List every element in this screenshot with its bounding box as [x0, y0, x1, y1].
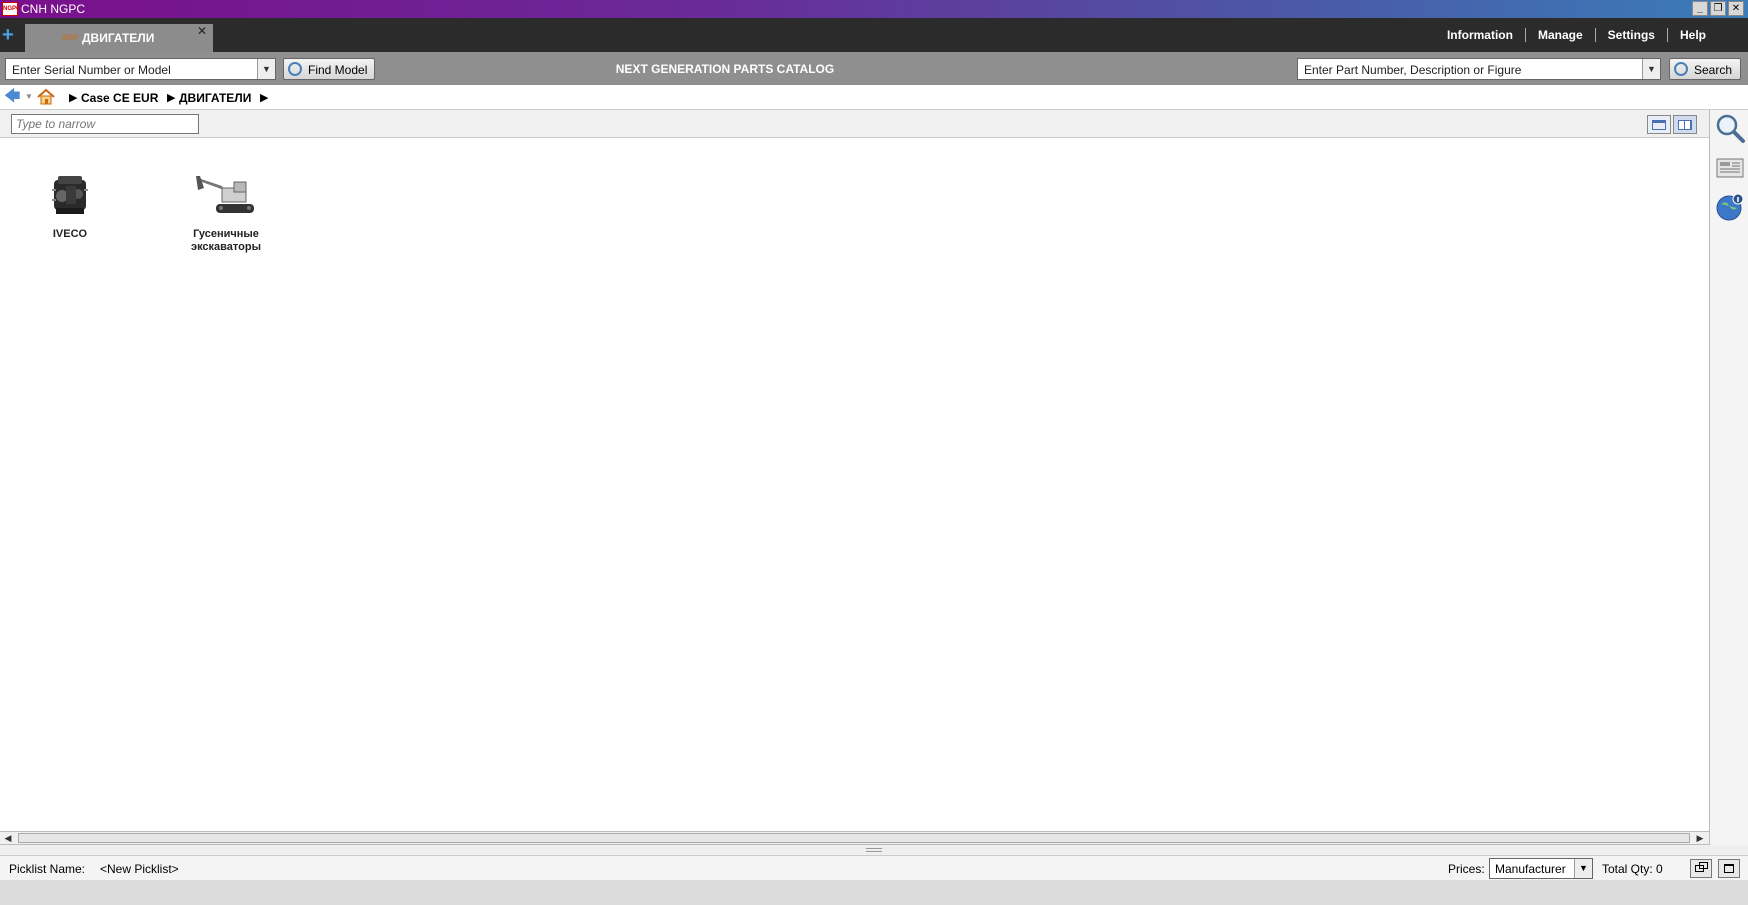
- close-window-button[interactable]: ✕: [1728, 1, 1744, 16]
- breadcrumb-separator: ▶: [69, 92, 78, 104]
- case-logo-icon: [62, 34, 78, 40]
- side-panel: [1709, 110, 1748, 845]
- breadcrumb-item-engines[interactable]: ДВИГАТЕЛИ: [179, 91, 251, 105]
- menu-help[interactable]: Help: [1668, 28, 1718, 42]
- prices-label: Prices:: [1448, 862, 1485, 876]
- toolbar: Enter Serial Number or Model ▼ Find Mode…: [0, 52, 1748, 85]
- breadcrumb-separator[interactable]: ▶: [260, 91, 268, 104]
- news-icon[interactable]: [1715, 153, 1745, 183]
- top-menu: Information Manage Settings Help: [1435, 28, 1718, 42]
- history-dropdown-icon[interactable]: ▼: [25, 92, 33, 101]
- search-label: Search: [1694, 63, 1733, 77]
- tile-label: IVECO: [52, 228, 88, 240]
- filter-bar: [0, 110, 1709, 138]
- back-arrow-icon[interactable]: 🡄: [4, 89, 24, 105]
- breadcrumb: 🡄 ▼ ▶ Case CE EUR ▶ ДВИГАТЕЛИ ▶: [0, 85, 1748, 110]
- scroll-left-icon[interactable]: ◀: [0, 832, 16, 844]
- tile-iveco[interactable]: IVECO: [0, 172, 140, 241]
- tile-label-line: экскаваторы: [191, 241, 261, 253]
- search-icon[interactable]: [1715, 113, 1745, 143]
- maximize-panel-button[interactable]: [1718, 859, 1740, 878]
- prices-value: Manufacturer: [1495, 862, 1566, 876]
- home-icon[interactable]: [37, 88, 55, 105]
- splitter-grip-icon[interactable]: [866, 848, 882, 852]
- tab-label: ДВИГАТЕЛИ: [82, 31, 155, 45]
- breadcrumb-separator: ▶: [167, 92, 176, 104]
- picklist-name-label: Picklist Name:: [9, 862, 86, 876]
- part-search-input[interactable]: Enter Part Number, Description or Figure: [1304, 63, 1521, 77]
- search-button[interactable]: Search: [1669, 58, 1741, 80]
- picklist-name-value[interactable]: <New Picklist>: [100, 862, 179, 876]
- catalog-title: NEXT GENERATION PARTS CATALOG: [615, 62, 835, 76]
- list-view-icon: [1652, 120, 1666, 130]
- total-qty: Total Qty: 0: [1602, 862, 1663, 876]
- window-title: CNH NGPC: [21, 2, 86, 16]
- bottom-strip: [0, 880, 1748, 905]
- minimize-button[interactable]: _: [1692, 1, 1708, 16]
- globe-info-icon[interactable]: [1715, 192, 1745, 222]
- chevron-down-icon[interactable]: ▼: [1642, 59, 1660, 79]
- panel-splitter[interactable]: [0, 845, 1748, 855]
- tab-bar: + ДВИГАТЕЛИ ✕ Information Manage Setting…: [0, 18, 1748, 52]
- scroll-right-icon[interactable]: ▶: [1692, 832, 1708, 844]
- part-search-combo[interactable]: Enter Part Number, Description or Figure…: [1297, 58, 1661, 80]
- restore-button[interactable]: ❐: [1710, 1, 1726, 16]
- excavator-icon: [194, 172, 258, 218]
- menu-manage[interactable]: Manage: [1526, 28, 1595, 42]
- tab-close-icon[interactable]: ✕: [197, 24, 207, 38]
- window-title-bar: NGPC CNH NGPC _ ❐ ✕: [0, 0, 1748, 18]
- status-bar: Picklist Name: <New Picklist> Prices: Ma…: [0, 855, 1748, 880]
- tile-crawler-excavators[interactable]: Гусеничные экскаваторы: [156, 172, 296, 254]
- prices-select[interactable]: Manufacturer ▼: [1489, 858, 1593, 879]
- new-tab-icon[interactable]: +: [2, 25, 20, 45]
- horizontal-scrollbar[interactable]: ◀ ▶: [0, 831, 1709, 845]
- catalog-content: IVECO Гусеничные экскаваторы: [0, 138, 1709, 831]
- breadcrumb-item-case-ce-eur[interactable]: Case CE EUR: [81, 91, 158, 105]
- tile-view-button[interactable]: [1673, 115, 1697, 134]
- detach-window-button[interactable]: [1690, 859, 1712, 878]
- engine-icon: [48, 172, 92, 218]
- maximize-icon: [1724, 864, 1734, 873]
- tile-view-icon: [1678, 120, 1692, 130]
- scroll-thumb[interactable]: [18, 833, 1690, 843]
- cascade-window-icon: [1699, 862, 1708, 869]
- tile-label-line: Гусеничные: [193, 228, 259, 240]
- tile-label: Гусеничные экскаваторы: [156, 228, 296, 254]
- tab-engines[interactable]: ДВИГАТЕЛИ ✕: [25, 24, 213, 52]
- menu-settings[interactable]: Settings: [1596, 28, 1667, 42]
- chevron-down-icon[interactable]: ▼: [1574, 859, 1592, 878]
- app-logo-icon: NGPC: [2, 2, 20, 16]
- magnifier-icon: [1674, 62, 1688, 76]
- menu-information[interactable]: Information: [1435, 28, 1525, 42]
- narrow-filter-input[interactable]: [11, 114, 199, 134]
- list-view-button[interactable]: [1647, 115, 1671, 134]
